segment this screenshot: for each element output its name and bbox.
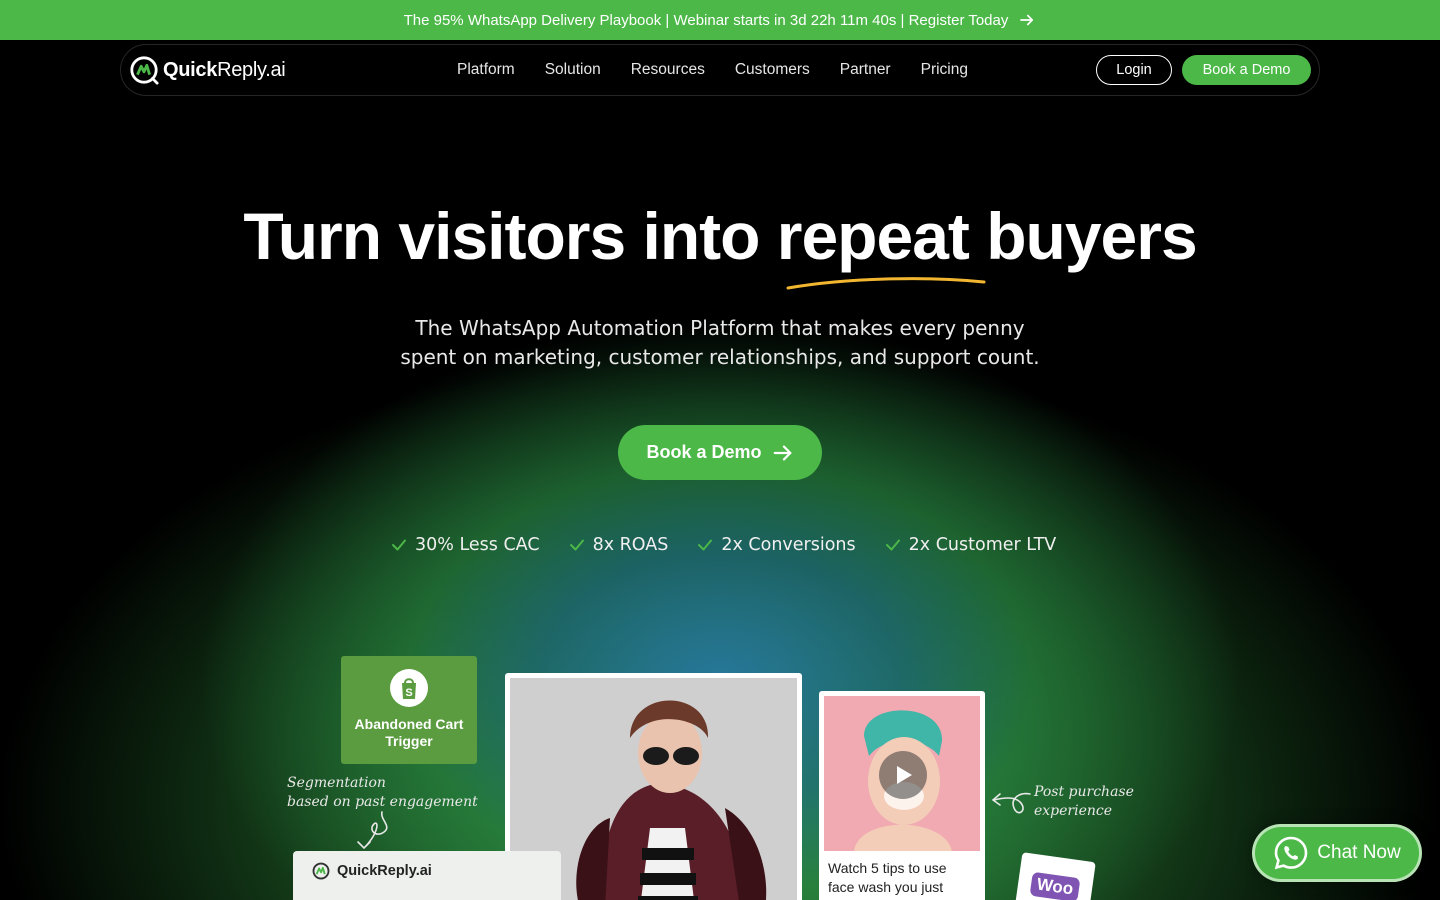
main-nav: QuickReply.ai Platform Solution Resource… (120, 44, 1320, 96)
video-caption-line-1: Watch 5 tips to use (828, 860, 947, 876)
check-icon (569, 539, 584, 551)
announcement-text[interactable]: The 95% WhatsApp Delivery Playbook | Web… (404, 12, 1009, 29)
logo[interactable]: QuickReply.ai (129, 55, 286, 85)
trigger-label-line-2: Trigger (385, 733, 433, 749)
feature-label: 2x Conversions (721, 535, 856, 555)
svg-text:S: S (405, 687, 412, 699)
trigger-label: Abandoned Cart Trigger (355, 716, 464, 750)
woocommerce-logo-icon: Woo (1029, 871, 1081, 900)
check-icon (885, 539, 900, 551)
check-icon (698, 539, 713, 551)
hero-subtitle-line-2: spent on marketing, customer relationshi… (400, 345, 1040, 369)
curly-arrow-down-icon (357, 811, 388, 850)
nav-links: Platform Solution Resources Customers Pa… (457, 61, 968, 79)
abandoned-cart-trigger-card: S Abandoned Cart Trigger (341, 656, 477, 764)
quickreply-logo-icon (130, 56, 159, 85)
quickreply-chat-card: QuickReply.ai (293, 851, 561, 900)
login-button[interactable]: Login (1096, 55, 1172, 85)
chat-now-label: Chat Now (1317, 842, 1401, 863)
quickreply-card-label: QuickReply.ai (337, 863, 432, 879)
feature-label: 30% Less CAC (415, 535, 540, 555)
logo-text: QuickReply.ai (163, 58, 286, 81)
video-thumbnail[interactable] (824, 696, 980, 851)
hero-headline: Turn visitors into repeat buyers (243, 199, 1197, 273)
arrow-right-icon (1020, 14, 1034, 26)
play-icon[interactable] (879, 751, 927, 799)
shopify-icon: S (390, 669, 428, 707)
nav-link-resources[interactable]: Resources (631, 61, 705, 79)
headline-underline-accent (786, 277, 986, 290)
nav-link-customers[interactable]: Customers (735, 61, 810, 79)
feature-label: 8x ROAS (592, 535, 669, 555)
chat-now-button[interactable]: Chat Now (1252, 824, 1422, 882)
feature-item: 2x Conversions (696, 535, 856, 555)
hero-subtitle-line-1: The WhatsApp Automation Platform that ma… (415, 316, 1025, 340)
book-demo-nav-button[interactable]: Book a Demo (1182, 55, 1311, 85)
post-purchase-note-line-2: experience (1034, 803, 1113, 819)
announcement-bar[interactable]: The 95% WhatsApp Delivery Playbook | Web… (0, 0, 1440, 40)
nav-link-solution[interactable]: Solution (545, 61, 601, 79)
nav-link-partner[interactable]: Partner (840, 61, 891, 79)
segmentation-note: Segmentation based on past engagement (287, 774, 478, 812)
feature-item: 8x ROAS (568, 535, 669, 555)
nav-link-platform[interactable]: Platform (457, 61, 515, 79)
feature-item: 2x Customer LTV (884, 535, 1057, 555)
hero-subtitle: The WhatsApp Automation Platform that ma… (370, 314, 1070, 372)
trigger-label-line-1: Abandoned Cart (354, 716, 464, 732)
arrow-right-icon (773, 444, 791, 461)
video-caption-line-2: face wash you just (828, 879, 944, 895)
post-purchase-note: Post purchase experience (1034, 783, 1134, 821)
segmentation-note-line-1: Segmentation (287, 775, 386, 791)
nav-link-pricing[interactable]: Pricing (921, 61, 968, 79)
feature-item: 30% Less CAC (390, 535, 540, 555)
book-demo-hero-label: Book a Demo (646, 442, 762, 462)
book-demo-hero-button[interactable]: Book a Demo (618, 425, 822, 480)
video-caption: Watch 5 tips to use face wash you just (824, 859, 980, 897)
feature-list: 30% Less CAC 8x ROAS 2x Conversions 2x C… (390, 535, 1056, 555)
video-message-card[interactable]: Watch 5 tips to use face wash you just (819, 691, 985, 900)
feature-label: 2x Customer LTV (908, 535, 1057, 555)
whatsapp-icon (1274, 836, 1308, 870)
quickreply-logo-icon (312, 862, 330, 880)
check-icon (392, 539, 406, 551)
post-purchase-note-line-1: Post purchase (1034, 784, 1134, 800)
curly-arrow-left-icon (991, 792, 1031, 814)
